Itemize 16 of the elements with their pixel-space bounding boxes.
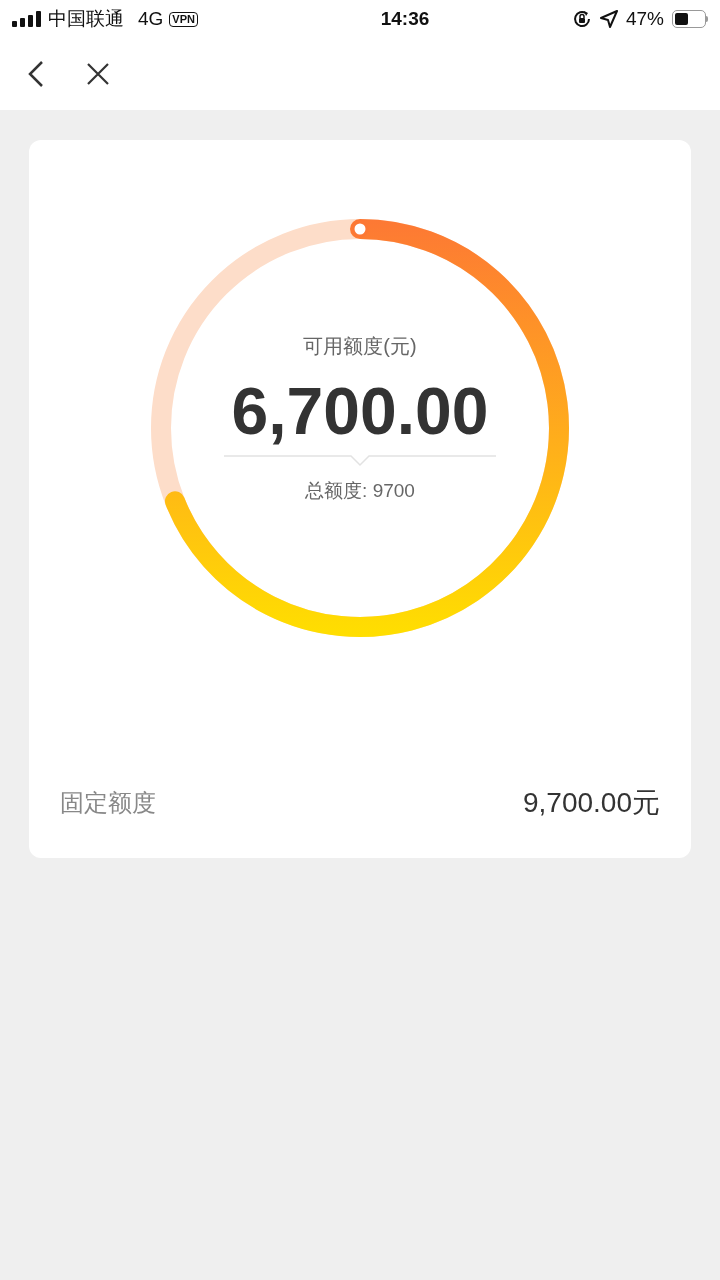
total-credit-text: 总额度: 9700 (305, 479, 415, 503)
carrier-name: 中国联通 (48, 6, 124, 31)
available-credit-amount: 6,700.00 (231, 373, 489, 450)
fixed-credit-label: 固定额度 (60, 788, 156, 818)
fixed-credit-value: 9,700.00元 (523, 786, 660, 820)
vpn-badge: VPN (169, 11, 198, 27)
location-arrow-icon (599, 10, 618, 28)
battery-icon (672, 10, 708, 28)
gauge-start-dot (351, 220, 369, 238)
signal-icon (12, 11, 42, 27)
network-type: 4G (138, 6, 164, 31)
available-credit-label: 可用额度(元) (303, 334, 417, 359)
clock-time: 14:36 (380, 6, 430, 31)
battery-percent: 47% (625, 6, 664, 31)
rotation-lock-icon (571, 9, 592, 29)
close-icon[interactable] (86, 62, 110, 86)
